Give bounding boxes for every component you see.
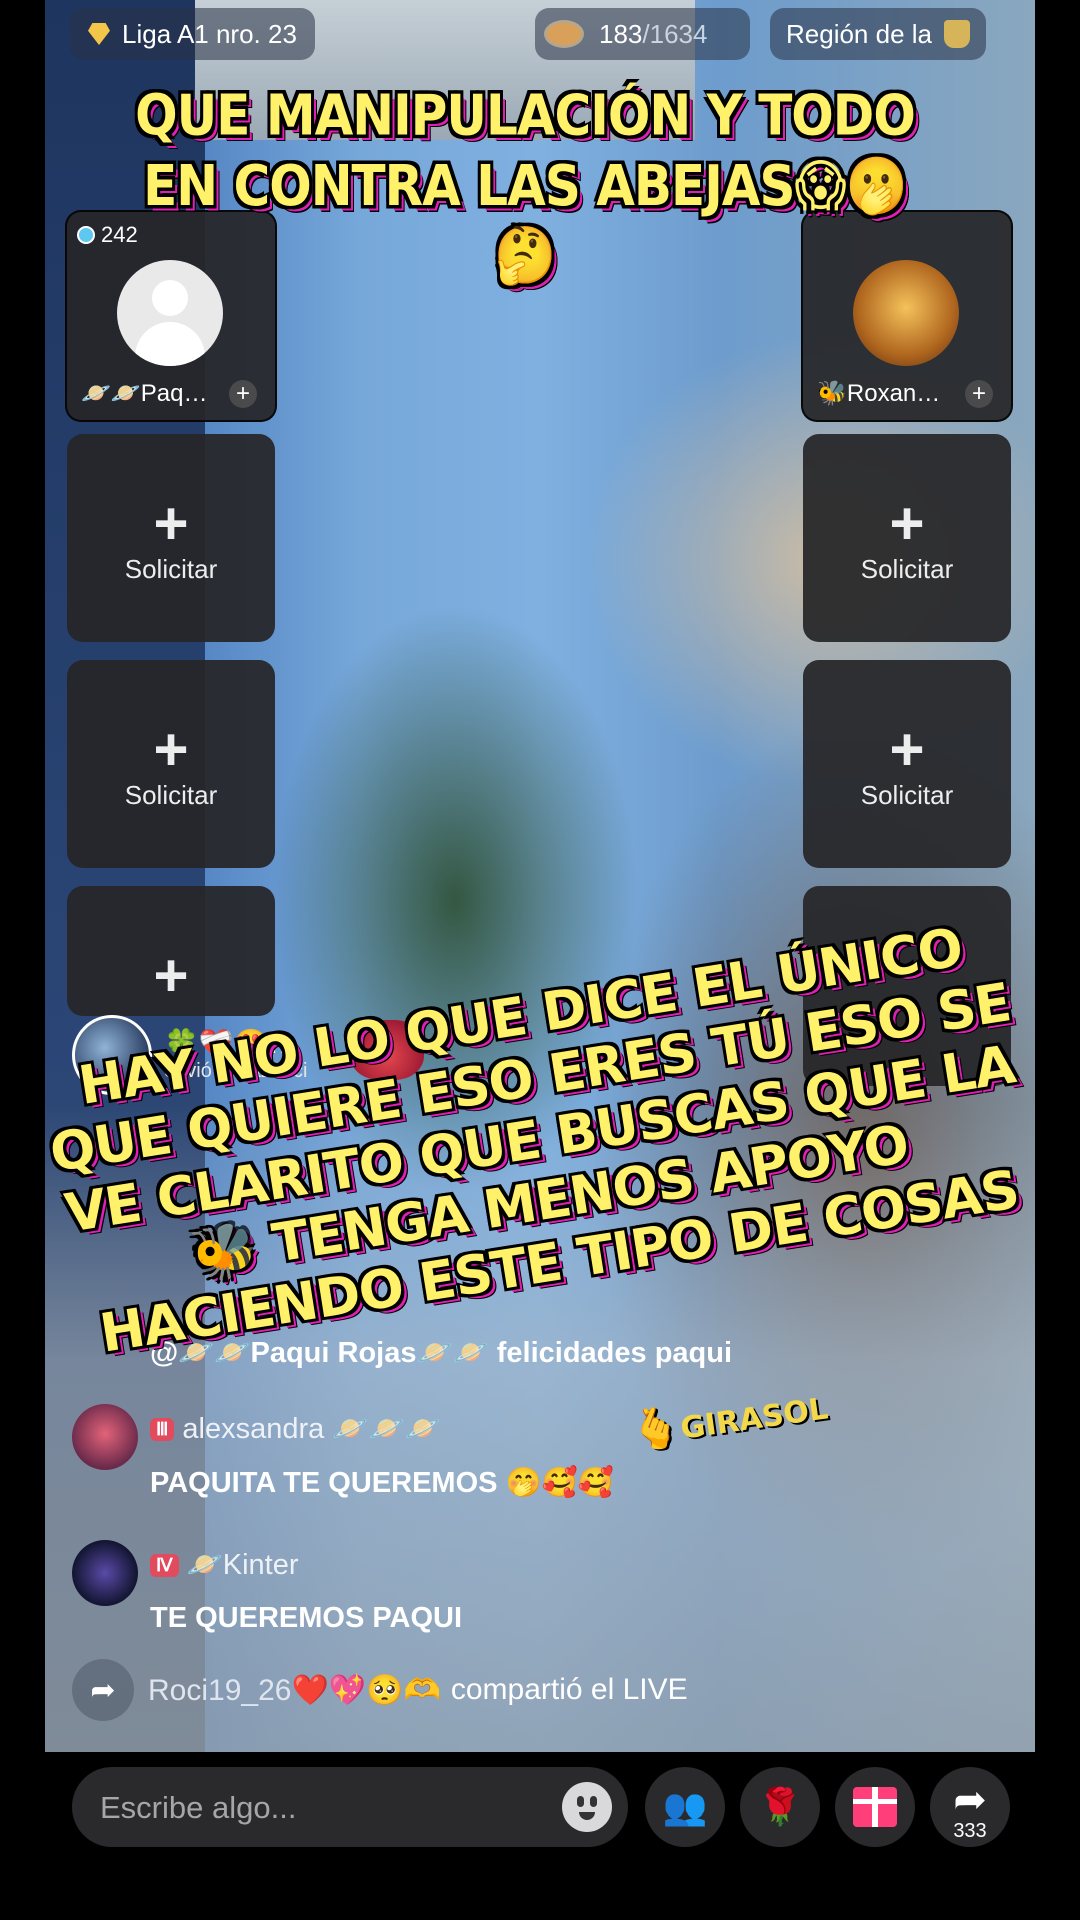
chat-message: Ⅲalexsandra 🪐🪐🪐 PAQUITA TE QUEREMOS 🤭🥰🥰 <box>72 1404 972 1524</box>
plus-icon: + <box>153 490 189 557</box>
comment-input-box[interactable] <box>72 1767 628 1849</box>
plus-icon: + <box>889 490 925 557</box>
diamond-icon <box>88 23 110 45</box>
avatar[interactable] <box>72 1404 138 1470</box>
league-label: Liga A1 nro. 23 <box>122 18 297 49</box>
request-label: Solicitar <box>860 780 954 810</box>
share-text: compartió el LIVE <box>450 1673 688 1706</box>
chat-username[interactable]: alexsandra 🪐🪐🪐 <box>182 1412 440 1446</box>
guest-name: 🐝Roxan… <box>817 380 941 407</box>
level-badge: Ⅲ <box>150 1417 175 1441</box>
chat-message: Ⅳ 🪐Kinter TE QUEREMOS PAQUI <box>72 1540 972 1660</box>
guest-score-badge: 242 <box>77 222 138 248</box>
caption-top: QUE MANIPULACIÓN Y TODO EN CONTRA LAS AB… <box>135 82 916 288</box>
guest-name: 🪐🪐Paq… <box>81 380 208 407</box>
share-arrow-icon: ➦ <box>72 1659 134 1721</box>
plus-icon: + <box>889 716 925 783</box>
plus-icon: + <box>153 716 189 783</box>
viewer-total: /1634 <box>642 18 708 49</box>
share-event: ➦ Roci19_26❤️💖🥺🫶 compartió el LIVE <box>72 1659 688 1721</box>
request-slot[interactable]: + Solicitar <box>803 660 1011 868</box>
region-ranking[interactable]: Región de la <box>770 8 986 60</box>
score-icon <box>77 226 95 244</box>
plus-icon: + <box>153 942 189 1009</box>
viewer-current: 183 <box>599 18 643 49</box>
level-badge: Ⅳ <box>150 1553 179 1577</box>
rose-gift-button[interactable]: 🌹 <box>740 1767 820 1847</box>
request-label: Solicitar <box>124 554 218 584</box>
rose-icon: 🌹 <box>757 1786 803 1827</box>
viewer-count[interactable]: 183/1634 <box>535 8 750 60</box>
gift-button[interactable] <box>835 1767 915 1847</box>
emoji-icon[interactable] <box>562 1782 612 1832</box>
request-slot[interactable]: + Solicitar <box>67 434 275 642</box>
share-count: 333 <box>953 1820 987 1842</box>
request-slot[interactable]: + Solicitar <box>67 660 275 868</box>
gift-icon <box>853 1787 897 1827</box>
multi-guest-button[interactable]: 👥 <box>645 1767 725 1847</box>
share-button[interactable]: ➦ 333 <box>930 1767 1010 1847</box>
people-icon: 👥 <box>662 1786 708 1827</box>
chat-text: TE QUEREMOS PAQUI <box>150 1602 463 1634</box>
region-label: Región de la <box>786 18 932 49</box>
chat-text: PAQUITA TE QUEREMOS 🤭🥰🥰 <box>150 1467 614 1499</box>
chat-username[interactable]: 🪐Kinter <box>187 1548 299 1582</box>
follow-add-button[interactable]: + <box>965 380 993 408</box>
planet-icon <box>547 23 581 45</box>
avatar[interactable] <box>72 1540 138 1606</box>
comment-input[interactable] <box>98 1767 532 1849</box>
league-badge[interactable]: Liga A1 nro. 23 <box>70 8 315 60</box>
follow-add-button[interactable]: + <box>229 380 257 408</box>
request-label: Solicitar <box>860 554 954 584</box>
request-label: Solicitar <box>124 780 218 810</box>
finger-heart-icon: 🫰 <box>627 1403 684 1456</box>
trophy-icon <box>944 20 970 48</box>
request-slot[interactable]: + Solicitar <box>803 434 1011 642</box>
share-username[interactable]: Roci19_26❤️💖🥺🫶 <box>148 1673 441 1708</box>
request-slot[interactable]: + <box>67 886 275 1016</box>
share-icon: ➦ <box>953 1778 987 1822</box>
